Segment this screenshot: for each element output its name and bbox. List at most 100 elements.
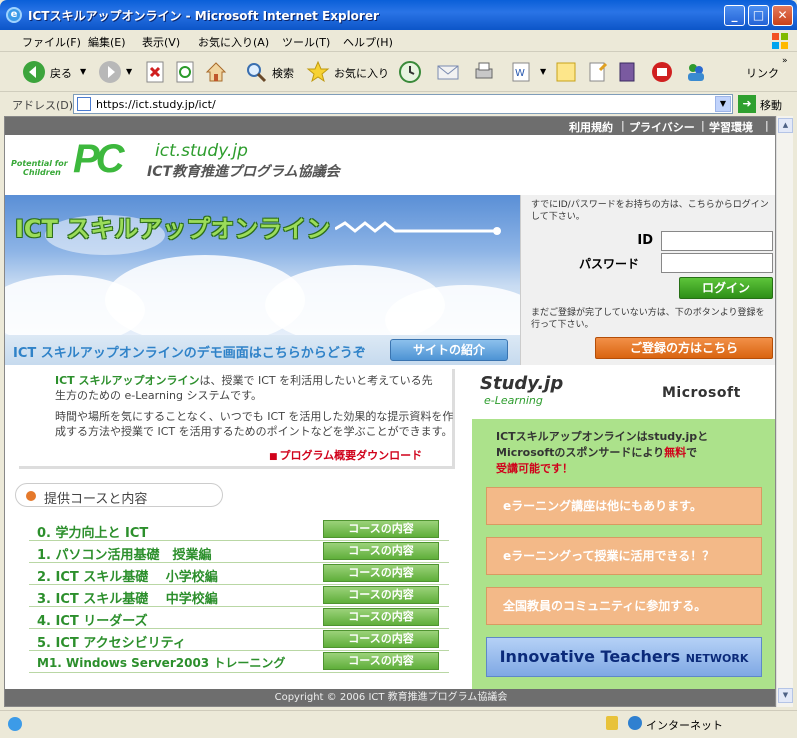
demo-link[interactable]: ICT スキルアップオンラインのデモ画面はこちらからどうぞ xyxy=(13,342,366,361)
menu-view[interactable]: 表示(V) xyxy=(142,34,180,50)
id-label: ID xyxy=(637,233,653,248)
microsoft-logo[interactable]: Microsoft xyxy=(662,385,741,401)
site-header: Potential for Children PC ict.study.jp I… xyxy=(5,135,775,208)
free-highlight: 無料 xyxy=(664,446,687,459)
back-label[interactable]: 戻る xyxy=(50,65,72,81)
address-url[interactable]: https://ict.study.jp/ict/ xyxy=(96,98,216,111)
promo-line-1: ICTスキルアップオンラインはstudy.jpと xyxy=(496,430,709,443)
other-courses-button[interactable]: eラーニング講座は他にもあります。 xyxy=(486,487,762,525)
stop-icon[interactable] xyxy=(144,60,168,84)
login-panel: すでにID/パスワードをお持ちの方は、こちらからログインして下さい。 ID パス… xyxy=(520,195,775,365)
elearning-in-class-button[interactable]: eラーニングって授業に活用できる！？ xyxy=(486,537,762,575)
course-details-button[interactable]: コースの内容 xyxy=(323,542,439,560)
back-arrow-icon[interactable] xyxy=(22,60,46,84)
go-button[interactable]: 移動 xyxy=(760,97,782,113)
forward-dropdown-icon[interactable]: ▼ xyxy=(126,67,132,76)
address-label: アドレス(D) xyxy=(12,99,74,112)
privacy-link[interactable]: プライバシー xyxy=(629,119,695,135)
address-input[interactable]: https://ict.study.jp/ict/ ▼ xyxy=(73,94,733,114)
favorites-label[interactable]: お気に入り xyxy=(334,65,389,81)
close-button[interactable]: ✕ xyxy=(772,5,793,26)
home-icon[interactable] xyxy=(204,60,228,84)
edit-dropdown-icon[interactable]: ▼ xyxy=(540,67,546,76)
maximize-button[interactable]: □ xyxy=(748,5,769,26)
course-name[interactable]: 1. パソコン活用基礎 授業編 xyxy=(37,544,212,563)
studyjp-logo[interactable]: Study.jp xyxy=(480,373,563,394)
environment-link[interactable]: 学習環境 xyxy=(709,119,753,135)
course-name[interactable]: 5. ICT アクセシビリティ xyxy=(37,632,186,651)
media-icon[interactable] xyxy=(650,60,674,84)
promo-text: ICTスキルアップオンラインはstudy.jpと Microsoftのスポンサー… xyxy=(496,429,766,477)
minimize-button[interactable]: _ xyxy=(724,5,745,26)
top-links-bar: 利用規約 | プライバシー | 学習環境 | xyxy=(5,117,775,135)
password-label: パスワード xyxy=(579,257,640,271)
course-name[interactable]: M1. Windows Server2003 トレーニング xyxy=(37,654,285,671)
menu-tools[interactable]: ツール(T) xyxy=(282,34,330,50)
search-label[interactable]: 検索 xyxy=(272,65,294,81)
download-overview-link[interactable]: プログラム概要ダウンロード xyxy=(269,447,423,463)
course-details-button[interactable]: コースの内容 xyxy=(323,630,439,648)
login-button[interactable]: ログイン xyxy=(679,277,773,299)
lock-icon[interactable] xyxy=(606,716,618,730)
toolbar-chevron-icon[interactable]: » xyxy=(782,56,788,66)
scroll-up-arrow-icon[interactable]: ▲ xyxy=(778,118,793,133)
login-note: すでにID/パスワードをお持ちの方は、こちらからログインして下さい。 xyxy=(531,200,769,222)
promo-line-3: 受講可能です！ xyxy=(496,462,573,475)
course-details-button[interactable]: コースの内容 xyxy=(323,520,439,538)
address-bar: アドレス(D) https://ict.study.jp/ict/ ▼ ➜ 移動 xyxy=(0,92,797,116)
logo-org-name: ICT教育推進プログラム協議会 xyxy=(147,164,340,180)
course-name[interactable]: 3. ICT スキル基礎 中学校編 xyxy=(37,588,218,607)
menu-favorites[interactable]: お気に入り(A) xyxy=(198,34,269,50)
hero-banner: ICT スキルアップオンライン xyxy=(5,195,520,335)
favorites-star-icon[interactable] xyxy=(306,60,330,84)
discuss-icon[interactable] xyxy=(554,60,578,84)
course-name[interactable]: 2. ICT スキル基礎 小学校編 xyxy=(37,566,218,585)
search-icon[interactable] xyxy=(244,60,268,84)
menu-help[interactable]: ヘルプ(H) xyxy=(343,34,393,50)
messenger-icon[interactable] xyxy=(684,60,708,84)
scroll-down-arrow-icon[interactable]: ▼ xyxy=(778,688,793,703)
terms-link[interactable]: 利用規約 xyxy=(569,119,613,135)
course-details-button[interactable]: コースの内容 xyxy=(323,586,439,604)
password-input[interactable] xyxy=(661,253,773,273)
promo-line-2: Microsoftのスポンサードにより無料で xyxy=(496,445,766,461)
intro-product-name: ICT スキルアップオンライン xyxy=(55,374,200,387)
course-name[interactable]: 4. ICT リーダーズ xyxy=(37,610,148,629)
teacher-community-button[interactable]: 全国教員のコミュニティに参加する。 xyxy=(486,587,762,625)
page-viewport: 利用規約 | プライバシー | 学習環境 | Potential for Chi… xyxy=(4,116,776,707)
intro-paragraph-2: 時間や場所を気にすることなく、いつでも ICT を活用した効果的な提示資料を作成… xyxy=(55,410,454,438)
course-details-button[interactable]: コースの内容 xyxy=(323,564,439,582)
id-input[interactable] xyxy=(661,231,773,251)
course-name[interactable]: 0. 学力向上と ICT xyxy=(37,522,148,541)
menu-edit[interactable]: 編集(E) xyxy=(88,34,126,50)
logo-tagline-line1: Potential for xyxy=(11,159,68,168)
course-details-button[interactable]: コースの内容 xyxy=(323,652,439,670)
course-row: M1. Windows Server2003 トレーニング コースの内容 xyxy=(29,651,449,673)
edit-icon[interactable]: W xyxy=(510,60,534,84)
site-intro-button[interactable]: サイトの紹介 xyxy=(390,339,508,361)
address-dropdown-icon[interactable]: ▼ xyxy=(715,96,731,112)
history-icon[interactable] xyxy=(398,60,422,84)
links-label[interactable]: リンク xyxy=(746,65,779,81)
vertical-scrollbar[interactable]: ▲ ▼ xyxy=(776,116,793,707)
elearning-logo-text: e-Learning xyxy=(484,394,543,407)
hero-title: ICT スキルアップオンライン xyxy=(15,215,331,243)
courses-heading: 提供コースと内容 xyxy=(15,483,223,507)
innovative-teachers-network-button[interactable]: Innovative Teachers NETWORK xyxy=(486,637,762,677)
back-dropdown-icon[interactable]: ▼ xyxy=(80,67,86,76)
print-icon[interactable] xyxy=(472,60,496,84)
go-arrow-icon[interactable]: ➜ xyxy=(738,95,756,113)
messenger-book-icon[interactable] xyxy=(616,60,640,84)
mail-icon[interactable] xyxy=(436,60,460,84)
logo-tagline-line2: Children xyxy=(23,168,61,177)
menu-file[interactable]: ファイル(F) xyxy=(22,34,81,50)
hero-wave-decoration xyxy=(335,221,501,235)
course-details-button[interactable]: コースの内容 xyxy=(323,608,439,626)
bullet-icon xyxy=(26,491,36,501)
forward-arrow-icon[interactable] xyxy=(98,60,122,84)
research-icon[interactable] xyxy=(586,60,610,84)
register-button[interactable]: ご登録の方はこちら xyxy=(595,337,773,359)
refresh-icon[interactable] xyxy=(174,60,198,84)
course-row: 0. 学力向上と ICT コースの内容 xyxy=(29,519,449,541)
logo-site-name: ict.study.jp xyxy=(155,141,248,161)
